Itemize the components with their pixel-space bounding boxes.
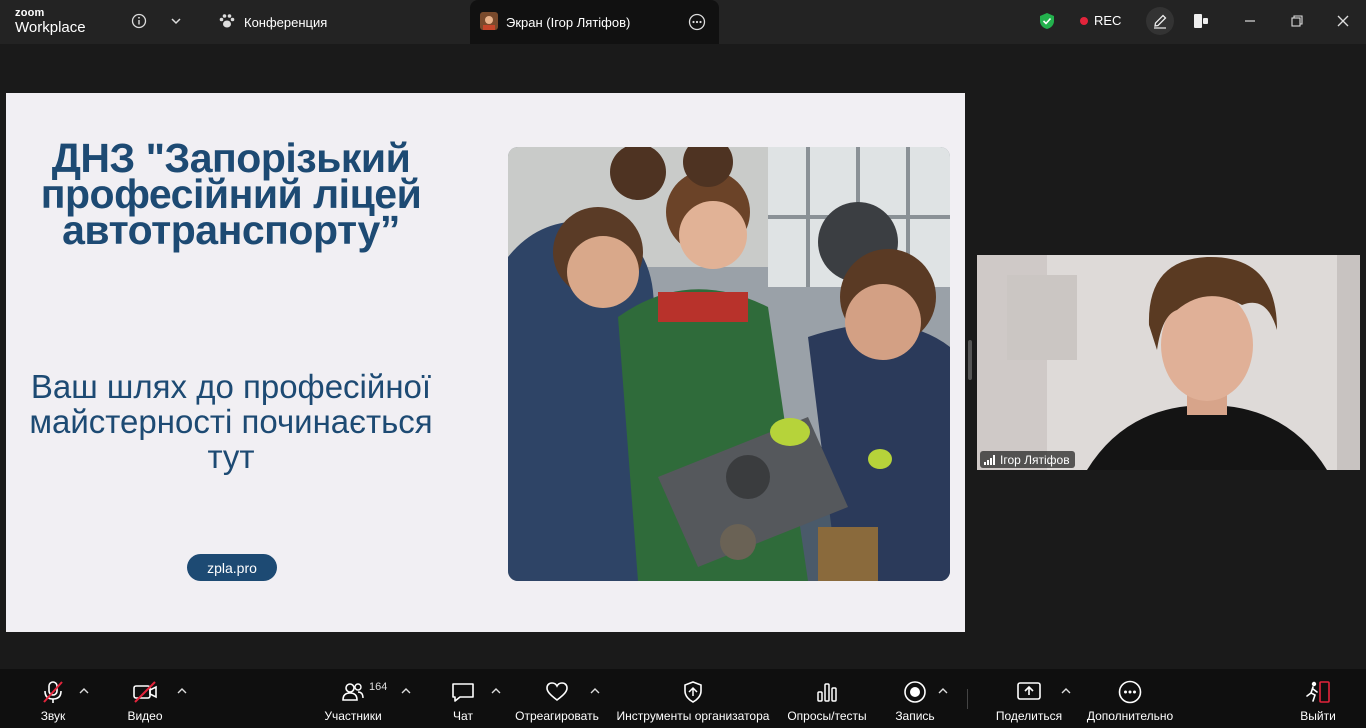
share-screen-button[interactable]: Поделиться — [994, 669, 1064, 728]
record-button[interactable]: Запись — [893, 669, 937, 728]
toolbar-divider — [967, 689, 968, 709]
tab-conference[interactable]: Конференция — [218, 0, 327, 44]
slide-link-badge: zpla.pro — [187, 554, 277, 581]
chevron-down-icon[interactable] — [165, 10, 187, 32]
annotate-pencil-icon[interactable] — [1146, 7, 1174, 35]
react-button[interactable]: Отреагировать — [514, 669, 600, 728]
heart-icon — [544, 679, 570, 705]
audio-button[interactable]: Звук — [35, 669, 71, 728]
meeting-toolbar: Звук Видео Участники 164 Чат Отреагирова… — [0, 669, 1366, 728]
slide-subtitle: Ваш шлях до професійної майстерності поч… — [29, 368, 433, 475]
video-label: Видео — [127, 709, 163, 723]
participant-name-tag: Ігор Лятіфов — [980, 451, 1075, 468]
share-options-caret-icon[interactable] — [1061, 686, 1071, 696]
leave-button[interactable]: Выйти — [1298, 669, 1338, 728]
participant-name: Ігор Лятіфов — [1000, 452, 1070, 467]
view-layout-icon[interactable] — [1187, 7, 1215, 35]
zoom-logo: zoom Workplace — [15, 7, 86, 36]
host-tools-button[interactable]: Инструменты организатора — [614, 669, 772, 728]
polls-button[interactable]: Опросы/тесты — [785, 669, 869, 728]
share-screen-icon — [1015, 679, 1043, 705]
brand-bottom: Workplace — [15, 19, 86, 36]
participants-options-caret-icon[interactable] — [401, 686, 411, 696]
minimize-icon[interactable] — [1239, 10, 1261, 32]
react-options-caret-icon[interactable] — [590, 686, 600, 696]
info-icon[interactable] — [128, 10, 150, 32]
react-label: Отреагировать — [515, 709, 599, 723]
participant-video-tile[interactable]: Ігор Лятіфов — [977, 255, 1360, 470]
recording-indicator[interactable]: REC — [1080, 13, 1121, 28]
meeting-area: ДНЗ "Запорізький професійний ліцей автот… — [0, 44, 1366, 669]
video-options-caret-icon[interactable] — [177, 686, 187, 696]
record-icon — [902, 679, 928, 705]
chat-bubble-icon — [450, 679, 476, 705]
participants-icon — [340, 679, 366, 705]
record-options-caret-icon[interactable] — [938, 686, 948, 696]
polls-label: Опросы/тесты — [787, 709, 867, 723]
leave-label: Выйти — [1300, 709, 1336, 723]
title-bar: zoom Workplace Конференция Экран (Ігор Л… — [0, 0, 1366, 44]
video-button[interactable]: Видео — [125, 669, 165, 728]
splitter-handle[interactable] — [968, 340, 972, 380]
microphone-muted-icon — [40, 679, 66, 705]
audio-options-caret-icon[interactable] — [79, 686, 89, 696]
rec-dot-icon — [1080, 16, 1088, 25]
participants-count: 164 — [369, 681, 388, 693]
brand-top: zoom — [15, 7, 45, 19]
leave-icon — [1304, 679, 1332, 705]
participants-button[interactable]: Участники — [322, 669, 384, 728]
record-label: Запись — [895, 709, 935, 723]
avatar — [480, 11, 498, 33]
more-label: Дополнительно — [1086, 709, 1174, 723]
workshop-photo — [508, 147, 950, 581]
polls-chart-icon — [814, 679, 840, 705]
rec-label: REC — [1094, 13, 1122, 28]
share-label: Поделиться — [995, 709, 1063, 723]
close-icon[interactable] — [1332, 10, 1354, 32]
tab-screen-share[interactable]: Экран (Ігор Лятіфов) — [470, 0, 719, 44]
host-tools-shield-icon — [681, 679, 705, 705]
shared-screen-slide: ДНЗ "Запорізький професійний ліцей автот… — [6, 93, 965, 632]
host-tools-label: Инструменты организатора — [616, 709, 770, 723]
more-button[interactable]: Дополнительно — [1084, 669, 1176, 728]
restore-icon[interactable] — [1286, 10, 1308, 32]
signal-bars-icon — [984, 454, 995, 465]
shield-check-icon[interactable] — [1036, 10, 1058, 32]
camera-off-icon — [131, 679, 159, 705]
paw-icon — [218, 13, 236, 32]
audio-label: Звук — [40, 709, 66, 723]
slide-title: ДНЗ "Запорізький професійний ліцей автот… — [40, 135, 422, 253]
chat-label: Чат — [453, 709, 473, 723]
more-dots-icon — [1117, 679, 1143, 705]
participants-label: Участники — [324, 709, 382, 723]
tab-screen-label: Экран (Ігор Лятіфов) — [506, 14, 631, 30]
chat-button[interactable]: Чат — [448, 669, 478, 728]
tab-conference-label: Конференция — [244, 14, 328, 30]
more-options-icon[interactable] — [688, 13, 706, 34]
chat-options-caret-icon[interactable] — [491, 686, 501, 696]
